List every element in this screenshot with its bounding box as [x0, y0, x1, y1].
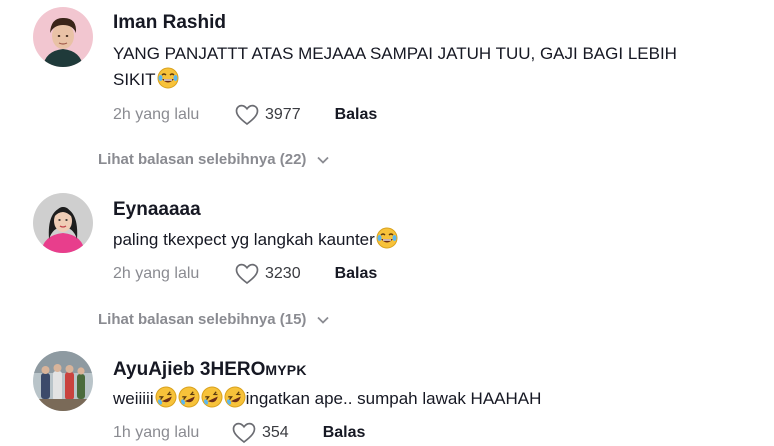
like-count: 3977: [265, 106, 301, 123]
comment-timestamp: 2h yang lalu: [113, 265, 200, 282]
comment-username[interactable]: Iman Rashid: [113, 12, 226, 34]
comment-text: paling tkexpect yg langkah kaunter: [113, 226, 398, 254]
rolling-laughing-emoji: [155, 386, 177, 408]
view-replies-link[interactable]: Lihat balasan selebihnya (15): [98, 311, 330, 328]
reply-button[interactable]: Balas: [335, 106, 378, 124]
avatar[interactable]: [33, 7, 93, 67]
like-count: 354: [262, 424, 289, 441]
laughing-tears-emoji: [376, 227, 398, 249]
user-badge: MYPK: [265, 362, 307, 378]
view-replies-link[interactable]: Lihat balasan selebihnya (22): [98, 151, 330, 168]
rolling-laughing-emoji: [224, 386, 246, 408]
heart-outline-icon[interactable]: [232, 422, 256, 444]
reply-button[interactable]: Balas: [323, 424, 366, 442]
rolling-laughing-emoji: [178, 386, 200, 408]
chevron-down-icon: [317, 316, 330, 324]
avatar[interactable]: [33, 193, 93, 253]
comment-meta: 2h yang lalu 3977 Balas: [113, 104, 377, 126]
chevron-down-icon: [317, 156, 330, 164]
comment-text: weiiiii ingatkan ape.. sumpah lawak HAAH…: [113, 385, 541, 413]
rolling-laughing-emoji: [201, 386, 223, 408]
heart-outline-icon[interactable]: [235, 104, 259, 126]
comment-timestamp: 1h yang lalu: [113, 424, 200, 441]
comment-meta: 1h yang lalu 354 Balas: [113, 422, 365, 444]
comment-meta: 2h yang lalu 3230 Balas: [113, 263, 377, 285]
laughing-tears-emoji: [157, 67, 179, 89]
comment-username[interactable]: Eynaaaaa: [113, 199, 201, 221]
comment-text: SIKIT: [113, 66, 179, 94]
reply-button[interactable]: Balas: [335, 265, 378, 283]
heart-outline-icon[interactable]: [235, 263, 259, 285]
like-count: 3230: [265, 265, 301, 282]
comment-username[interactable]: AyuAjieb 3HEROMYPK: [113, 359, 307, 381]
comment-text: YANG PANJATTT ATAS MEJAAA SAMPAI JATUH T…: [113, 44, 677, 63]
comment-timestamp: 2h yang lalu: [113, 106, 200, 123]
avatar[interactable]: [33, 351, 93, 411]
